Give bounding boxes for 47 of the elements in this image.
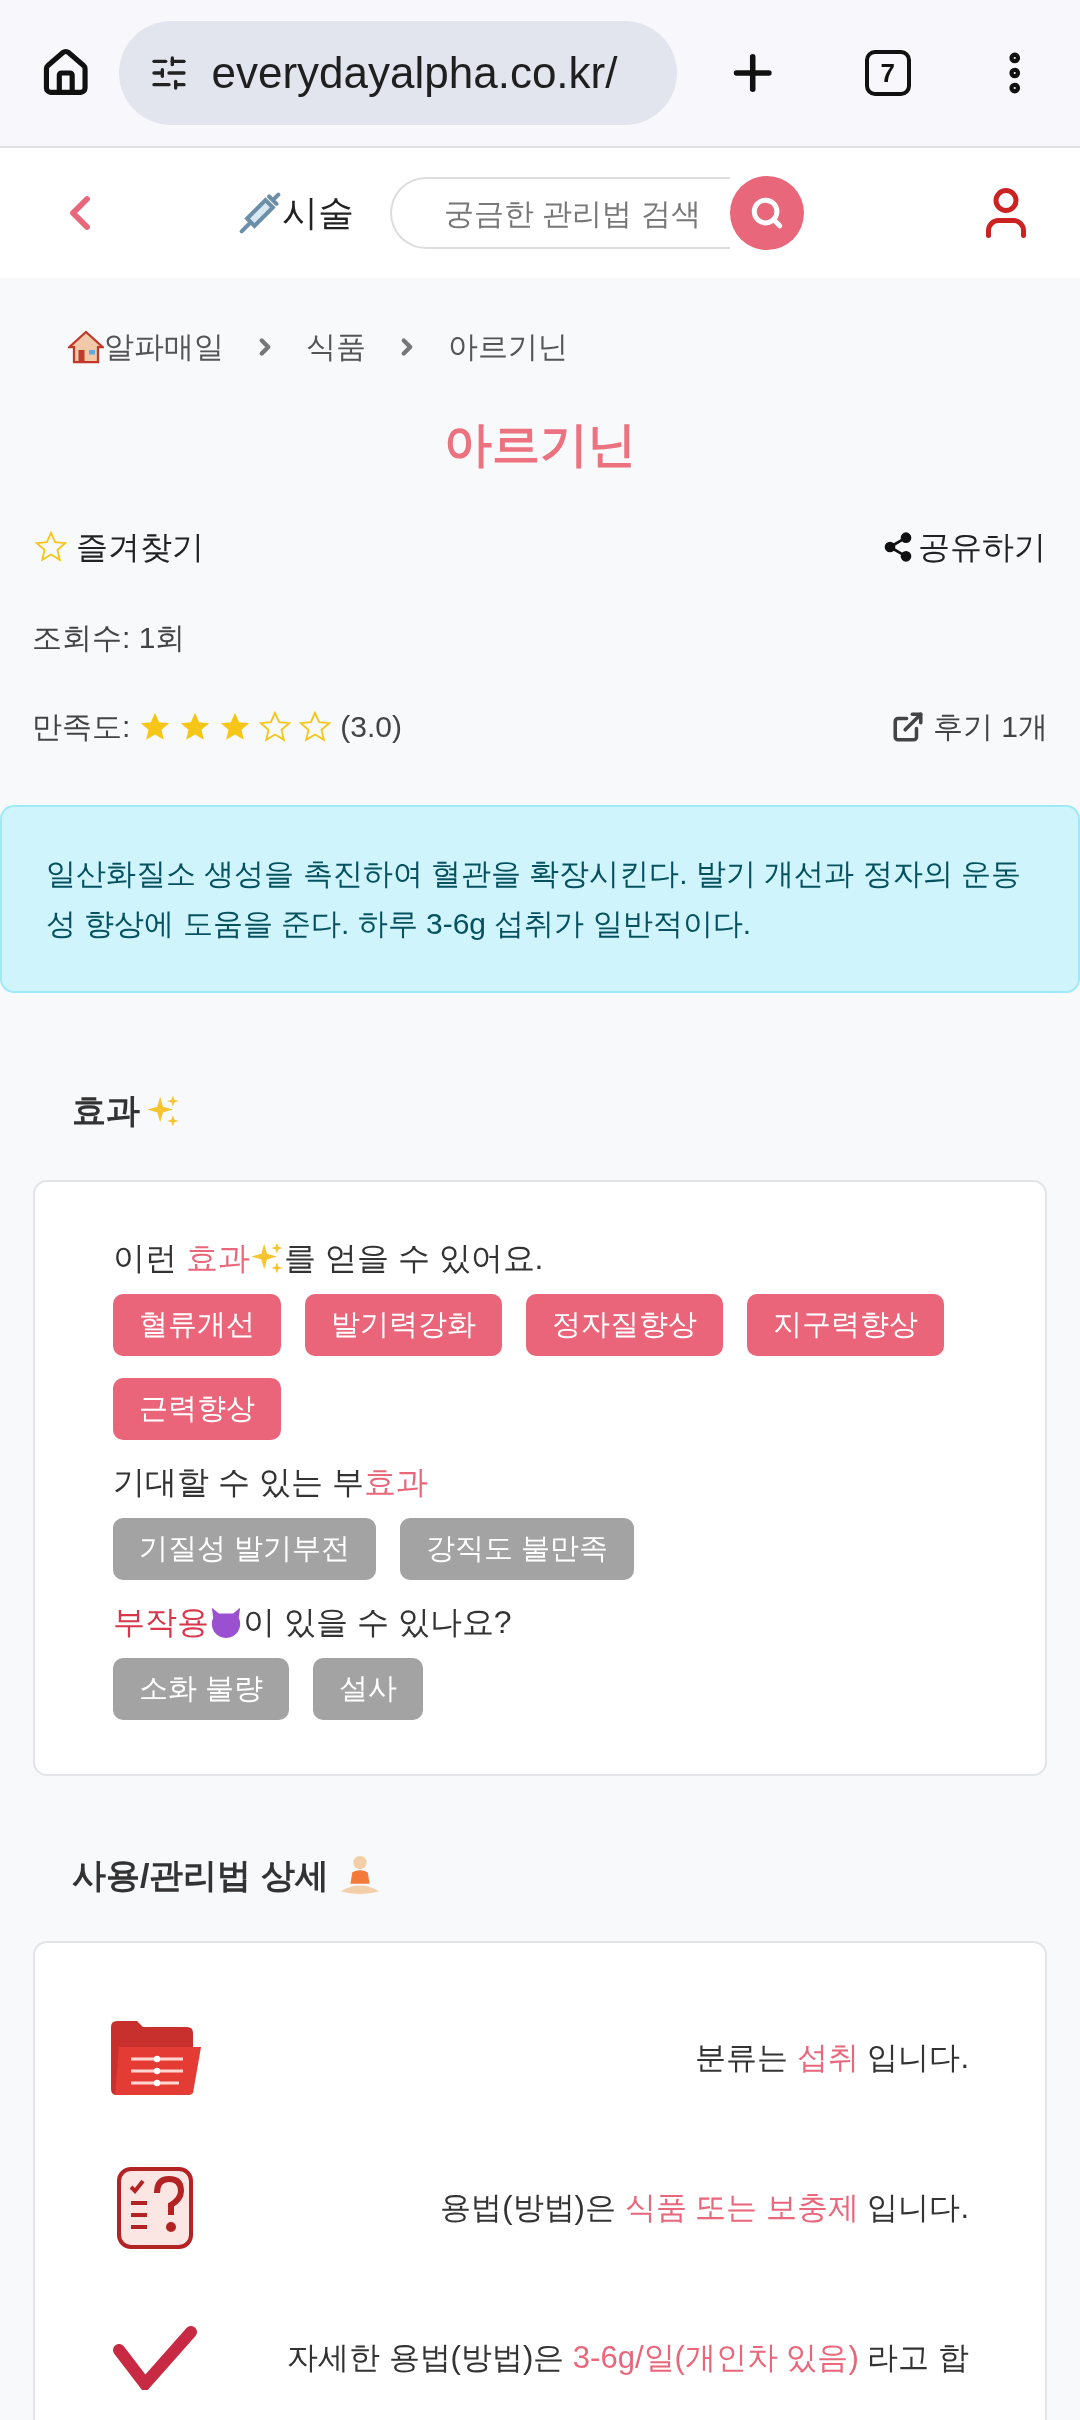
devil-icon [209, 1605, 243, 1639]
section-prompt: 부작용 [113, 1603, 209, 1642]
breadcrumb-link[interactable]: 알파매일 [104, 324, 224, 369]
usage-text: 자세한 용법(방법)은 3-6g/일(개인차 있음) 라고 합 [286, 2340, 969, 2375]
page-title: 아르기닌 [444, 417, 636, 473]
checklist-question-icon [117, 2167, 193, 2249]
rating-score: (3.0) [340, 709, 403, 745]
search-field[interactable]: 궁금한 관리법 검색 [390, 177, 730, 249]
effect-tag: 정자질향상 [526, 1294, 723, 1356]
section-heading: 사용/관리법 상세 [72, 1855, 329, 1896]
url-text: everydayalpha.co.kr/ [211, 47, 618, 99]
effect-tag: 강직도 불만족 [400, 1518, 635, 1580]
favorite-button[interactable]: 즐겨찾기 [34, 523, 204, 571]
sparkles-icon [249, 1241, 284, 1275]
search-placeholder: 궁금한 관리법 검색 [444, 195, 701, 232]
house-icon [68, 328, 104, 365]
share-button[interactable]: 공유하기 [882, 523, 1046, 571]
section-prompt: 를 얻을 수 있어요. [283, 1239, 544, 1278]
effect-tag: 소화 불량 [113, 1658, 290, 1720]
syringe-icon [238, 191, 282, 235]
usage-text: 분류는 섭취 입니다. [695, 2040, 969, 2075]
star-icon [258, 709, 293, 744]
effect-tag: 혈류개선 [113, 1294, 281, 1356]
address-bar[interactable]: everydayalpha.co.kr/ [119, 21, 678, 125]
external-link-icon [890, 709, 925, 744]
effect-tag: 발기력강화 [305, 1294, 502, 1356]
search-icon [750, 196, 784, 230]
rating-label: 만족도: [32, 709, 131, 745]
star-icon [298, 709, 333, 744]
effect-tag: 설사 [313, 1658, 424, 1720]
tab-count-button[interactable]: 7 [864, 50, 911, 96]
star-icon [34, 530, 68, 564]
summary-text: 일산화질소 생성을 촉진하여 혈관을 확장시킨다. 발기 개선과 정자의 운동성 향상에 도움을 준다. 하루 3-6g 섭취가 일반적이다. [46, 856, 1022, 942]
effect-tag: 지구력향상 [747, 1294, 944, 1356]
section-prompt: 이런 효과 [113, 1239, 250, 1278]
checkmark-icon [113, 2326, 197, 2390]
usage-text: 용법(방법)은 식품 또는 보충제 입니다. [440, 2190, 969, 2225]
effect-tag: 기질성 발기부전 [113, 1518, 377, 1580]
section-heading: 효과 [72, 1090, 140, 1131]
breadcrumb-link[interactable]: 식품 [306, 324, 366, 369]
section-prompt: 기대할 수 있는 부효과 [113, 1464, 428, 1500]
section-prompt: 이 있을 수 있나요? [243, 1603, 512, 1642]
share-icon [882, 531, 914, 563]
category-label[interactable]: 시술 [282, 186, 354, 240]
view-count: 조회수: 1회 [32, 620, 186, 656]
effect-tag: 근력향상 [113, 1378, 281, 1440]
reviews-link[interactable]: 후기 1개 [890, 704, 1048, 749]
